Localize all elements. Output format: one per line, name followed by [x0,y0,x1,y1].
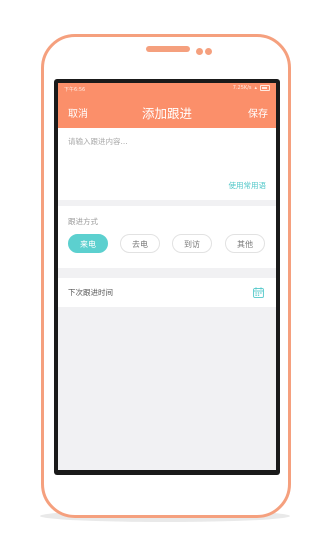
next-follow-up-time-label: 下次跟进时间 [68,288,113,297]
device-mockup: 下午6:56 7.25K/s ▴ 取消 添加跟进 保存 使用常用语 跟进方式 来… [0,0,330,550]
method-option-incoming-call[interactable]: 来电 [68,234,108,253]
device-camera-dot [196,48,203,55]
app-header: 下午6:56 7.25K/s ▴ 取消 添加跟进 保存 [58,83,276,128]
follow-method-options: 来电 去电 到访 其他 [68,234,266,254]
next-follow-up-time-row[interactable]: 下次跟进时间 [58,278,276,307]
battery-icon [260,85,270,91]
save-button[interactable]: 保存 [248,105,268,120]
calendar-icon[interactable] [253,287,264,298]
note-section: 使用常用语 [58,128,276,200]
device-sensor-dot [205,48,212,55]
method-option-other[interactable]: 其他 [225,234,265,253]
method-option-visit[interactable]: 到访 [172,234,212,253]
method-option-outgoing-call[interactable]: 去电 [120,234,160,253]
status-time: 下午6:56 [64,87,86,93]
status-bar: 下午6:56 7.25K/s ▴ [58,83,276,95]
follow-method-section: 跟进方式 来电 去电 到访 其他 [58,206,276,268]
page-title: 添加跟进 [141,106,192,121]
status-indicators: 7.25K/s ▴ [233,85,270,91]
signal-icon: ▴ [254,85,257,91]
network-speed: 7.25K/s [232,85,252,91]
nav-bar: 取消 添加跟进 保存 [58,97,276,125]
device-speaker [146,46,190,52]
follow-method-label: 跟进方式 [68,217,98,226]
follow-up-content-input[interactable] [68,136,266,164]
app-screen: 下午6:56 7.25K/s ▴ 取消 添加跟进 保存 使用常用语 跟进方式 来… [58,83,276,470]
common-phrases-link[interactable]: 使用常用语 [229,180,267,191]
